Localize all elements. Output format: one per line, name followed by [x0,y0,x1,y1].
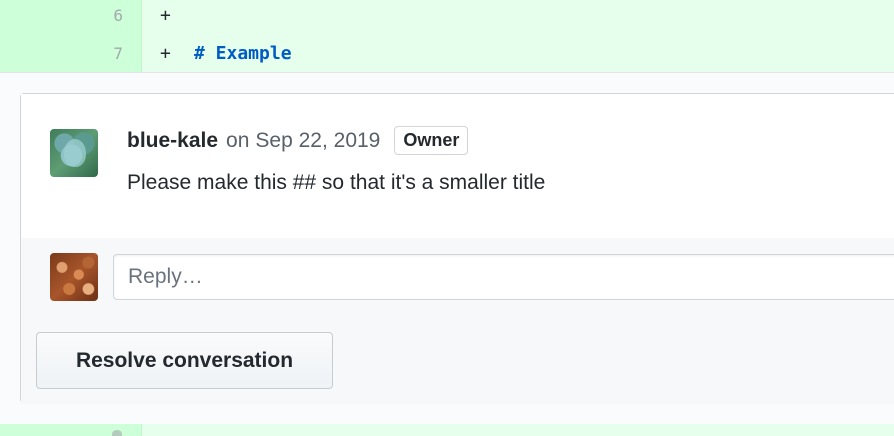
viewer-avatar[interactable] [50,253,98,301]
diff-line-added: 7 + # Example [0,34,894,72]
diff-line-added: 6 + [0,0,894,34]
comment-header: blue-kale on Sep 22, 2019 Owner [127,126,469,155]
owner-badge: Owner [394,126,469,155]
code-cell: + [142,0,894,34]
resolve-conversation-button[interactable]: Resolve conversation [36,332,333,389]
added-marker: + [160,42,171,64]
line-number-partial [112,430,122,436]
review-thread: blue-kale on Sep 22, 2019 Owner Please ma… [20,93,894,404]
line-number[interactable]: 6 [0,0,142,34]
code-cell [142,424,894,436]
code-cell: + # Example [142,34,894,72]
code-content: # Example [194,42,292,64]
thread-actions: Resolve conversation [21,317,894,404]
review-thread-container: blue-kale on Sep 22, 2019 Owner Please ma… [0,72,894,425]
line-number[interactable]: 7 [0,34,142,72]
author-avatar[interactable] [50,129,98,177]
added-marker: + [160,4,171,26]
reply-input[interactable] [113,254,894,300]
diff-line-added [0,424,894,436]
timestamp-prefix: on [226,128,250,152]
comment-body: Please make this ## so that it's a small… [127,171,546,194]
diff-view: 6 + 7 + # Example blue-kale on Sep 22, 20… [0,0,894,436]
timestamp-date: Sep 22, 2019 [255,128,381,152]
author-name[interactable]: blue-kale [127,129,218,153]
comment-timestamp[interactable]: on Sep 22, 2019 [226,129,380,153]
review-comment: blue-kale on Sep 22, 2019 Owner Please ma… [21,94,894,239]
reply-row [21,238,894,318]
